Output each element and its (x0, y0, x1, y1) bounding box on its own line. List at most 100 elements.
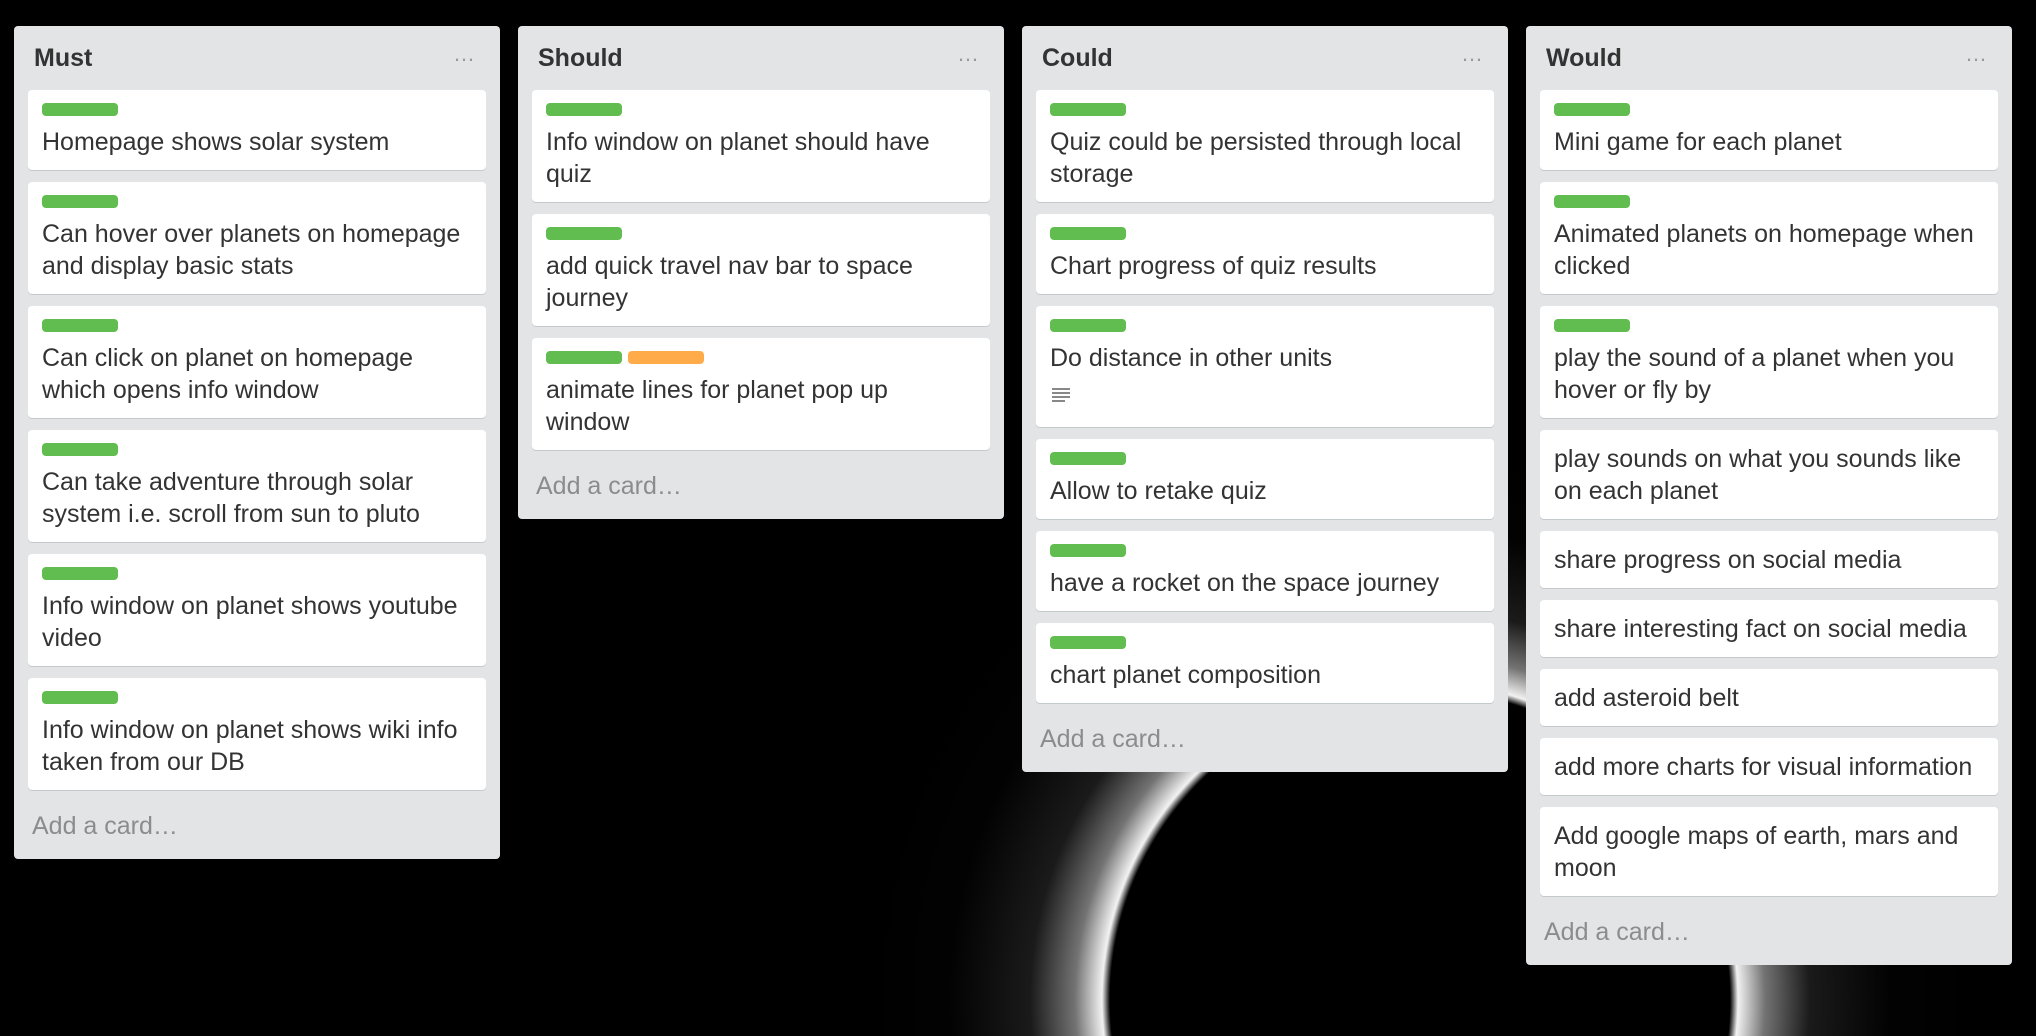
label-green (42, 195, 118, 208)
card-title: share progress on social media (1554, 546, 1902, 574)
card-title: Do distance in other units (1050, 344, 1333, 372)
card-list: Mini game for each planet Animated plane… (1540, 90, 1998, 896)
card-title: Can hover over planets on homepage and d… (42, 220, 461, 280)
card-title: add more charts for visual information (1554, 753, 1973, 781)
label-green (546, 351, 622, 364)
card-title: add quick travel nav bar to space journe… (546, 252, 913, 312)
card-list: Homepage shows solar system Can hover ov… (28, 90, 486, 790)
card[interactable]: Can take adventure through solar system … (28, 430, 486, 542)
add-card-button[interactable]: Add a card… (532, 450, 990, 519)
card[interactable]: add quick travel nav bar to space journe… (532, 214, 990, 326)
label-green (1050, 319, 1126, 332)
card-labels (546, 103, 976, 116)
card-list: Quiz could be persisted through local st… (1036, 90, 1494, 703)
card-title: Add google maps of earth, mars and moon (1554, 822, 1959, 882)
card[interactable]: Mini game for each planet (1540, 90, 1998, 170)
card-list: Info window on planet should have quiz a… (532, 90, 990, 450)
card-title: Homepage shows solar system (42, 128, 390, 156)
card-labels (42, 195, 472, 208)
card-labels (42, 691, 472, 704)
card-labels (1050, 319, 1480, 332)
label-green (1554, 103, 1630, 116)
label-green (42, 103, 118, 116)
card-title: Info window on planet shows wiki info ta… (42, 716, 458, 776)
list-title[interactable]: Should (538, 44, 623, 73)
card[interactable]: Info window on planet shows youtube vide… (28, 554, 486, 666)
card[interactable]: Animated planets on homepage when clicke… (1540, 182, 1998, 294)
add-card-button[interactable]: Add a card… (28, 790, 486, 859)
list-menu-icon[interactable]: … (449, 43, 480, 65)
label-green (42, 319, 118, 332)
label-green (1050, 452, 1126, 465)
list-menu-icon[interactable]: … (953, 43, 984, 65)
list-should: Should … Info window on planet should ha… (518, 26, 1004, 519)
card[interactable]: chart planet composition (1036, 623, 1494, 703)
add-card-button[interactable]: Add a card… (1540, 896, 1998, 965)
card[interactable]: Chart progress of quiz results (1036, 214, 1494, 294)
board: Must … Homepage shows solar system Can h… (14, 26, 2024, 1016)
card-labels (1050, 544, 1480, 557)
card-labels (546, 227, 976, 240)
card-title: Chart progress of quiz results (1050, 252, 1377, 280)
label-green (1050, 227, 1126, 240)
card[interactable]: play sounds on what you sounds like on e… (1540, 430, 1998, 519)
card[interactable]: Quiz could be persisted through local st… (1036, 90, 1494, 202)
card[interactable]: play the sound of a planet when you hove… (1540, 306, 1998, 418)
label-green (1554, 319, 1630, 332)
label-green (1050, 544, 1126, 557)
description-icon (1050, 384, 1480, 411)
card-title: add asteroid belt (1554, 684, 1739, 712)
card[interactable]: animate lines for planet pop up window (532, 338, 990, 450)
card-title: Info window on planet should have quiz (546, 128, 930, 188)
list-title[interactable]: Would (1546, 44, 1622, 73)
card-title: play the sound of a planet when you hove… (1554, 344, 1955, 404)
card-title: have a rocket on the space journey (1050, 569, 1440, 597)
card[interactable]: Can click on planet on homepage which op… (28, 306, 486, 418)
card-labels (1050, 452, 1480, 465)
list-menu-icon[interactable]: … (1457, 43, 1488, 65)
card[interactable]: Homepage shows solar system (28, 90, 486, 170)
card[interactable]: Info window on planet shows wiki info ta… (28, 678, 486, 790)
card-labels (1554, 319, 1984, 332)
card[interactable]: Allow to retake quiz (1036, 439, 1494, 519)
card-title: Can take adventure through solar system … (42, 468, 420, 528)
card-labels (1050, 636, 1480, 649)
card[interactable]: Do distance in other units (1036, 306, 1494, 427)
card-title: play sounds on what you sounds like on e… (1554, 445, 1962, 505)
card[interactable]: Add google maps of earth, mars and moon (1540, 807, 1998, 896)
label-green (546, 227, 622, 240)
list-must: Must … Homepage shows solar system Can h… (14, 26, 500, 859)
card-title: chart planet composition (1050, 661, 1321, 689)
card-title: Allow to retake quiz (1050, 477, 1267, 505)
card[interactable]: Info window on planet should have quiz (532, 90, 990, 202)
label-green (1554, 195, 1630, 208)
label-green (1050, 103, 1126, 116)
label-orange (628, 351, 704, 364)
card[interactable]: have a rocket on the space journey (1036, 531, 1494, 611)
list-header: Must … (28, 26, 486, 90)
card[interactable]: Can hover over planets on homepage and d… (28, 182, 486, 294)
list-header: Should … (532, 26, 990, 90)
card[interactable]: share interesting fact on social media (1540, 600, 1998, 657)
list-could: Could … Quiz could be persisted through … (1022, 26, 1508, 772)
list-title[interactable]: Could (1042, 44, 1113, 73)
card[interactable]: add more charts for visual information (1540, 738, 1998, 795)
card-labels (42, 443, 472, 456)
label-green (1050, 636, 1126, 649)
card-title: animate lines for planet pop up window (546, 376, 888, 436)
add-card-button[interactable]: Add a card… (1036, 703, 1494, 772)
list-menu-icon[interactable]: … (1961, 43, 1992, 65)
card[interactable]: share progress on social media (1540, 531, 1998, 588)
list-title[interactable]: Must (34, 44, 92, 73)
card[interactable]: add asteroid belt (1540, 669, 1998, 726)
card-labels (1554, 103, 1984, 116)
card-labels (546, 351, 976, 364)
card-title: Quiz could be persisted through local st… (1050, 128, 1462, 188)
label-green (42, 443, 118, 456)
list-header: Could … (1036, 26, 1494, 90)
card-title: share interesting fact on social media (1554, 615, 1967, 643)
card-title: Animated planets on homepage when clicke… (1554, 220, 1974, 280)
card-labels (42, 319, 472, 332)
card-title: Mini game for each planet (1554, 128, 1842, 156)
list-would: Would … Mini game for each planet Animat… (1526, 26, 2012, 965)
